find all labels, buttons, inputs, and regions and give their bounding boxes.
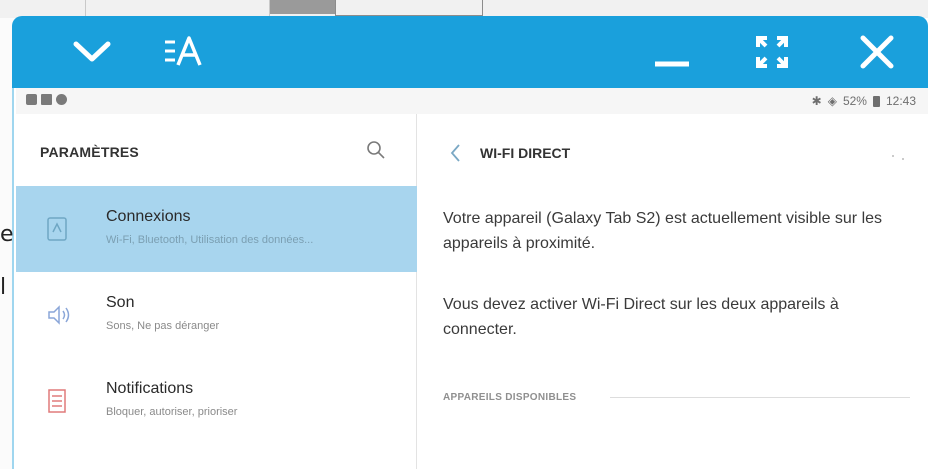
background-tab	[335, 0, 483, 16]
text-size-icon[interactable]	[154, 16, 214, 88]
settings-sidebar: PARAMÈTRES Connexions Wi-Fi, Bluetooth, …	[16, 114, 417, 469]
clock: 12:43	[885, 94, 916, 108]
sidebar-item-sublabel: Bloquer, autoriser, prioriser	[106, 406, 238, 418]
sound-icon	[46, 302, 70, 328]
connections-icon	[46, 216, 68, 242]
status-bar: ✱ ◈ 52% 12:43	[16, 88, 928, 114]
sync-icon	[56, 94, 67, 105]
sidebar-item-connexions[interactable]: Connexions Wi-Fi, Bluetooth, Utilisation…	[16, 186, 417, 272]
more-options-icon[interactable]	[888, 148, 908, 160]
sidebar-title: PARAMÈTRES	[40, 144, 139, 160]
close-icon[interactable]	[847, 16, 907, 88]
sidebar-item-sublabel: Wi-Fi, Bluetooth, Utilisation des donnée…	[106, 234, 314, 246]
detail-pane: WI-FI DIRECT Votre appareil (Galaxy Tab …	[418, 114, 928, 469]
activation-instruction: Vous devez activer Wi-Fi Direct sur les …	[443, 296, 839, 338]
background-text: l	[0, 275, 7, 300]
section-header-available-devices: APPAREILS DISPONIBLES	[443, 392, 577, 403]
search-icon[interactable]	[366, 140, 386, 165]
window-titlebar	[12, 16, 928, 88]
visibility-description: Votre appareil (Galaxy Tab S2) est actue…	[443, 210, 883, 252]
battery-level: 52%	[842, 94, 867, 108]
system-icons: ✱ ◈ 52% 12:43	[812, 94, 916, 108]
mail-icon	[41, 94, 52, 105]
sidebar-item-sublabel: Sons, Ne pas déranger	[106, 320, 220, 332]
background-text: e	[0, 222, 14, 247]
section-divider	[610, 397, 910, 398]
sidebar-item-label: Connexions	[106, 208, 191, 225]
photo-icon	[26, 94, 37, 105]
fullscreen-icon[interactable]	[742, 16, 802, 88]
sidebar-item-notifications[interactable]: Notifications Bloquer, autoriser, priori…	[16, 358, 417, 444]
notifications-icon	[46, 388, 68, 414]
chevron-down-icon[interactable]	[62, 16, 122, 88]
sidebar-header: PARAMÈTRES	[16, 114, 417, 186]
sidebar-item-label: Notifications	[106, 380, 194, 397]
back-icon[interactable]	[448, 142, 462, 169]
battery-icon	[872, 95, 880, 107]
bluetooth-icon: ✱	[811, 94, 822, 108]
background-tab	[270, 0, 335, 14]
background-tab	[85, 0, 270, 16]
sidebar-item-label: Son	[106, 294, 135, 311]
minimize-icon[interactable]	[642, 16, 702, 88]
wifi-icon: ◈	[827, 94, 837, 108]
sidebar-item-son[interactable]: Son Sons, Ne pas déranger	[16, 272, 417, 358]
notification-icons	[26, 94, 67, 105]
page-title: WI-FI DIRECT	[480, 145, 571, 161]
